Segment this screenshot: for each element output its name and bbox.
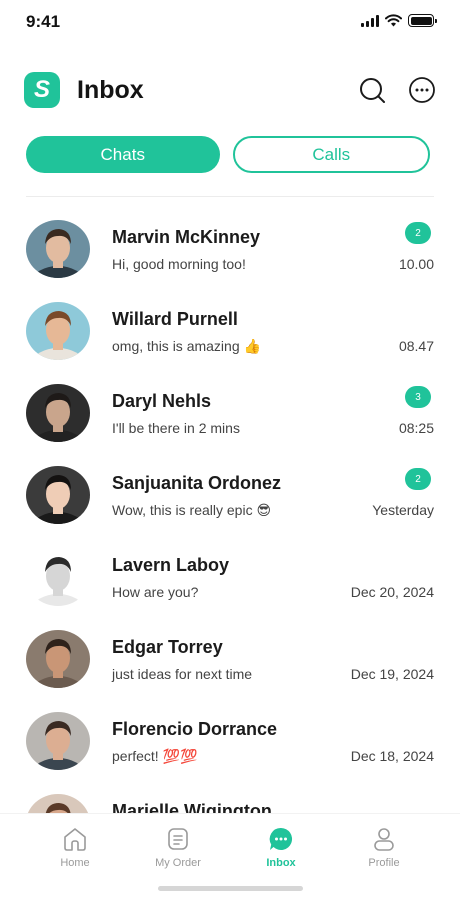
chat-list-item[interactable]: Florencio Dorrance perfect! 💯💯 Dec 18, 202…: [0, 700, 460, 782]
message-preview: Hi, good morning too!: [112, 256, 246, 272]
avatar: [26, 466, 90, 524]
avatar: [26, 630, 90, 688]
home-icon: [64, 828, 86, 851]
contact-name: Marvin McKinney: [112, 227, 261, 247]
chat-list-item[interactable]: Sanjuanita Ordonez Wow, this is really ep…: [0, 454, 460, 536]
contact-name: Lavern Laboy: [112, 555, 230, 575]
avatar: [26, 712, 90, 770]
contact-name: Daryl Nehls: [112, 391, 212, 411]
message-preview: Wow, this is really epic 😎: [112, 502, 272, 518]
cellular-signal-icon: [361, 14, 379, 27]
message-time: Dec 20, 2024: [350, 584, 434, 600]
contact-name: Florencio Dorrance: [112, 719, 278, 739]
inbox-chat-icon: [269, 827, 293, 850]
header-actions: [358, 76, 436, 104]
page-title: Inbox: [77, 75, 144, 104]
tab-chats[interactable]: Chats: [26, 136, 220, 173]
avatar: [26, 794, 90, 813]
message-preview: just ideas for next time: [112, 666, 253, 682]
status-icons: [361, 14, 437, 27]
search-icon: [360, 78, 385, 103]
avatar: [26, 548, 90, 606]
battery-icon: [408, 14, 437, 27]
app-logo: S: [24, 72, 60, 108]
nav-home-label: Home: [60, 857, 90, 869]
profile-icon: [374, 828, 394, 851]
order-icon: [168, 828, 188, 850]
nav-inbox-label: Inbox: [266, 857, 296, 869]
message-preview: I'll be there in 2 mins: [112, 420, 240, 436]
contact-name: Marielle Wigington: [112, 801, 272, 813]
nav-my-order[interactable]: My Order: [133, 826, 223, 869]
divider: [26, 196, 434, 197]
chat-list-item[interactable]: Edgar Torrey just ideas for next time Dec …: [0, 618, 460, 700]
wifi-icon: [385, 14, 402, 27]
unread-count-badge: 2: [405, 222, 431, 244]
chat-list: Marvin McKinney Hi, good morning too! 10.0…: [0, 208, 460, 813]
message-preview: perfect! 💯💯: [112, 748, 198, 764]
message-preview: omg, this is amazing 👍: [112, 338, 261, 354]
avatar: [26, 220, 90, 278]
nav-profile[interactable]: Profile: [339, 826, 429, 869]
nav-inbox[interactable]: Inbox: [236, 826, 326, 869]
tab-bar: Chats Calls: [26, 136, 430, 173]
message-preview: How are you?: [112, 584, 199, 600]
contact-name: Willard Purnell: [112, 309, 238, 329]
chat-list-item[interactable]: Lavern Laboy How are you? Dec 20, 2024: [0, 536, 460, 618]
status-time: 9:41: [26, 12, 61, 31]
nav-profile-label: Profile: [368, 857, 400, 869]
contact-name: Edgar Torrey: [112, 637, 223, 657]
message-time: Dec 18, 2024: [350, 748, 434, 764]
contact-name: Sanjuanita Ordonez: [112, 473, 282, 493]
avatar: [26, 384, 90, 442]
status-bar: 9:41: [0, 0, 460, 44]
unread-count-badge: 3: [405, 386, 431, 408]
chat-list-item[interactable]: Marvin McKinney Hi, good morning too! 10.0…: [0, 208, 460, 290]
tab-calls[interactable]: Calls: [232, 136, 430, 173]
home-indicator: [158, 886, 303, 891]
header: S Inbox: [24, 72, 436, 108]
chat-list-item[interactable]: Marielle Wigington: [0, 782, 460, 813]
message-time: Yesterday: [372, 502, 434, 518]
message-time: 10.00: [398, 256, 434, 272]
message-time: 08.47: [398, 338, 434, 354]
chat-list-item[interactable]: Daryl Nehls I'll be there in 2 mins 08:25 3: [0, 372, 460, 454]
more-options-icon: [409, 77, 435, 103]
avatar: [26, 302, 90, 360]
unread-count-badge: 2: [405, 468, 431, 490]
search-button[interactable]: [358, 76, 386, 104]
message-time: 08:25: [398, 420, 434, 436]
more-options-button[interactable]: [408, 76, 436, 104]
nav-home[interactable]: Home: [30, 826, 120, 869]
nav-my-order-label: My Order: [155, 857, 201, 869]
message-time: Dec 19, 2024: [350, 666, 434, 682]
chat-list-item[interactable]: Willard Purnell omg, this is amazing 👍 08.…: [0, 290, 460, 372]
